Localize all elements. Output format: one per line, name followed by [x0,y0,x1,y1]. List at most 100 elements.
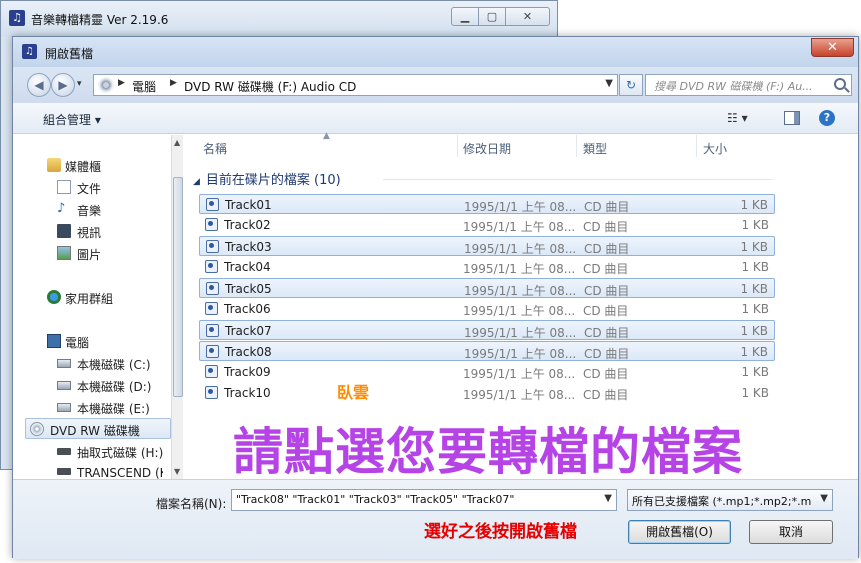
column-divider[interactable] [457,135,458,157]
filename-input[interactable]: "Track08" "Track01" "Track03" "Track05" … [231,489,617,511]
dialog-music-icon: ♫ [22,44,37,59]
file-type-filter-value: 所有已支援檔案 (*.mp1;*.mp2;*.m [632,495,812,508]
breadcrumb-computer[interactable]: 電腦 [132,78,156,95]
cd-track-icon [205,386,218,399]
dialog-title: 開啟舊檔 [45,47,94,61]
hint-caption: 選好之後按開啟舊檔 [424,522,577,542]
file-row-track06[interactable]: Track06 1995/1/1 上午 08... CD 曲目 1 KB [199,299,775,319]
picture-icon [57,246,71,260]
app-close-button[interactable]: ✕ [505,7,550,26]
nav-item-drive-c[interactable]: 本機磁碟 (C:) [13,353,163,373]
library-icon [47,158,61,172]
refresh-button[interactable]: ↻ [619,74,643,96]
filename-value: "Track08" "Track01" "Track03" "Track05" … [236,493,515,506]
nav-item-drive-d[interactable]: 本機磁碟 (D:) [13,375,163,395]
change-view-button[interactable]: ☷ ▾ [727,111,748,125]
cd-track-icon [206,240,219,253]
help-icon[interactable]: ? [819,110,835,126]
search-input[interactable]: 搜尋 DVD RW 磁碟機 (F:) Au... [645,74,852,96]
cd-drive-icon [98,77,114,93]
group-header-label: 目前在碟片的檔案 (10) [205,173,341,188]
column-header-type[interactable]: 類型 [583,140,607,162]
dvd-icon [30,422,44,436]
dialog-close-button[interactable]: ✕ [811,38,854,57]
breadcrumb-arrow-icon[interactable]: ▶ [170,78,177,88]
column-divider[interactable] [576,135,577,157]
drive-icon [57,381,71,390]
cd-track-icon [206,324,219,337]
file-row-track03[interactable]: Track03 1995/1/1 上午 08... CD 曲目 1 KB [199,236,775,256]
cd-track-icon [205,218,218,231]
app-title-bar[interactable]: ♫ 音樂轉檔精靈 Ver 2.19.6 ▁ ▢ ✕ [1,1,557,37]
nav-item-library[interactable]: 媒體櫃 [13,155,163,175]
nav-item-transcend[interactable]: TRANSCEND (K [13,461,163,479]
nav-item-drive-e[interactable]: 本機磁碟 (E:) [13,397,163,417]
sort-ascending-icon: ▲ [323,131,330,141]
file-row-track08[interactable]: Track08 1995/1/1 上午 08... CD 曲目 1 KB [199,341,775,361]
organize-menu[interactable]: 組合管理 ▾ [43,111,101,128]
nav-item-homegroup[interactable]: 家用群組 [13,287,163,307]
app-music-icon: ♫ [9,10,25,26]
cd-track-icon [205,260,218,273]
scroll-thumb[interactable] [173,177,183,397]
dialog-title-bar[interactable]: ♫ 開啟舊檔 ✕ [13,37,858,67]
nav-item-music[interactable]: ♪ 音樂 [13,199,163,219]
column-divider[interactable] [696,135,697,157]
group-divider [383,179,773,180]
cd-track-icon [205,365,218,378]
music-icon: ♪ [57,201,66,216]
filename-dropdown-icon[interactable]: ▼ [604,493,612,504]
document-icon [57,180,71,194]
scroll-up-arrow-icon[interactable]: ▲ [174,138,180,147]
instruction-caption: 請點選您要轉檔的檔案 [233,423,743,481]
cd-track-icon [206,198,219,211]
file-row-track09[interactable]: Track09 1995/1/1 上午 08... CD 曲目 1 KB [199,362,775,382]
nav-scrollbar[interactable]: ▲ ▼ [171,135,183,479]
file-row-track05[interactable]: Track05 1995/1/1 上午 08... CD 曲目 1 KB [199,278,775,298]
file-group-header[interactable]: ◢ 目前在碟片的檔案 (10) [193,169,341,188]
nav-item-pictures[interactable]: 圖片 [13,243,163,263]
file-row-track10[interactable]: Track10 1995/1/1 上午 08... CD 曲目 1 KB [199,383,775,403]
scroll-down-arrow-icon[interactable]: ▼ [174,467,180,476]
forward-button[interactable]: ▶ [51,73,75,97]
author-caption: 臥雲 [337,383,370,402]
drive-icon [57,403,71,412]
address-bar[interactable]: ▶ 電腦 ▶ DVD RW 磁碟機 (F:) Audio CD ▼ [93,74,618,96]
back-button[interactable]: ◀ [27,73,51,97]
file-row-track01[interactable]: Track01 1995/1/1 上午 08... CD 曲目 1 KB [199,194,775,214]
address-dropdown-icon[interactable]: ▼ [605,78,613,89]
file-row-track02[interactable]: Track02 1995/1/1 上午 08... CD 曲目 1 KB [199,215,775,235]
search-placeholder: 搜尋 DVD RW 磁碟機 (F:) Au... [654,80,813,93]
search-icon[interactable] [834,78,846,90]
nav-item-removable-h[interactable]: 抽取式磁碟 (H:) [13,441,163,461]
filename-label: 檔案名稱(N): [156,497,227,511]
homegroup-icon [47,290,61,304]
usb-drive-icon [57,468,71,475]
cd-track-icon [205,302,218,315]
preview-pane-icon[interactable] [784,111,800,125]
recent-locations-dropdown[interactable]: ▾ [77,79,82,89]
nav-item-dvd-drive[interactable]: DVD RW 磁碟機 [25,418,171,439]
nav-item-documents[interactable]: 文件 [13,177,163,197]
file-row-track04[interactable]: Track04 1995/1/1 上午 08... CD 曲目 1 KB [199,257,775,277]
usb-drive-icon [57,448,71,455]
breadcrumb-arrow-icon[interactable]: ▶ [118,78,125,88]
app-title: 音樂轉檔精靈 Ver 2.19.6 [31,13,169,27]
nav-item-video[interactable]: 視訊 [13,221,163,241]
breadcrumb-dvd-drive[interactable]: DVD RW 磁碟機 (F:) Audio CD [184,78,356,95]
file-row-track07[interactable]: Track07 1995/1/1 上午 08... CD 曲目 1 KB [199,320,775,340]
column-header-date[interactable]: 修改日期 [463,140,511,162]
file-type-filter[interactable]: 所有已支援檔案 (*.mp1;*.mp2;*.m ▼ [627,489,833,511]
filter-dropdown-icon[interactable]: ▼ [820,493,828,504]
drive-icon [57,359,71,368]
navigation-pane: 媒體櫃 文件 ♪ 音樂 視訊 圖片 家用群組 電腦 本機磁碟 (C:) 本機磁碟… [13,135,183,479]
minimize-button[interactable]: ▁ [451,7,479,26]
open-button[interactable]: 開啟舊檔(O) [628,520,731,544]
maximize-button[interactable]: ▢ [478,7,506,26]
column-header-size[interactable]: 大小 [703,140,727,162]
collapse-arrow-icon[interactable]: ◢ [193,177,200,187]
column-header-name[interactable]: 名稱 [203,140,227,162]
cancel-button[interactable]: 取消 [749,520,833,544]
nav-item-computer[interactable]: 電腦 [13,331,163,351]
video-icon [57,224,71,238]
